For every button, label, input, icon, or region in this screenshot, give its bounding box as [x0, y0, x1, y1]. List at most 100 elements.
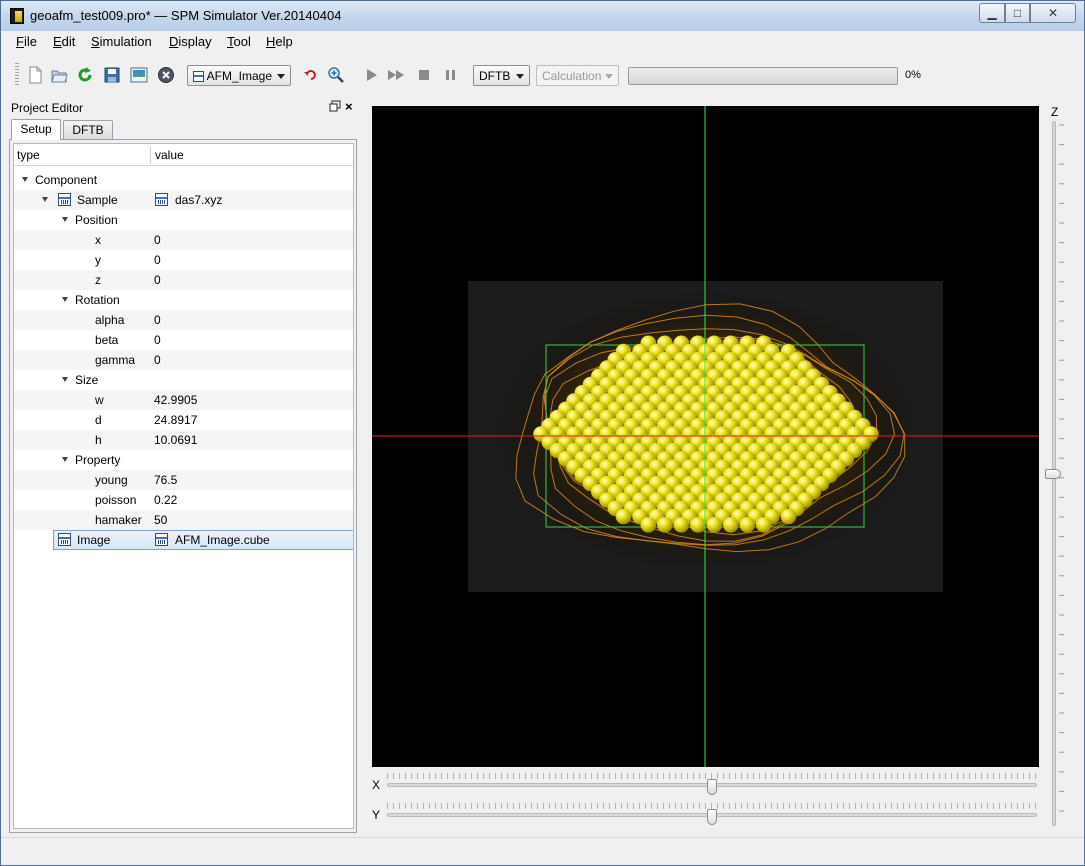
- close-icon[interactable]: ×: [345, 99, 353, 114]
- file-icon: [58, 533, 71, 546]
- y-slider-thumb[interactable]: [707, 809, 717, 825]
- tree-row-value[interactable]: 42.9905: [154, 393, 197, 407]
- expand-arrow-icon[interactable]: [42, 197, 48, 202]
- tab-dftb[interactable]: DFTB: [63, 120, 113, 139]
- x-axis-label: X: [372, 778, 381, 792]
- column-divider[interactable]: [150, 146, 151, 164]
- new-file-icon[interactable]: [26, 66, 44, 84]
- tree-row-label: Component: [35, 173, 98, 187]
- close-button[interactable]: ✕: [1030, 3, 1076, 23]
- tree-row-image[interactable]: Image AFM_Image.cube: [14, 530, 353, 550]
- z-slider[interactable]: [1045, 121, 1069, 826]
- x-slider[interactable]: [387, 773, 1037, 795]
- tree-row-h[interactable]: h 10.0691: [14, 430, 353, 450]
- toolbar: AFM_Image DFTB Calculation 0%: [9, 55, 1078, 95]
- expand-arrow-icon[interactable]: [62, 217, 68, 222]
- property-tree[interactable]: type value Component Sample das7.xyz Positi…: [13, 143, 354, 829]
- tree-row-size[interactable]: Size: [14, 370, 353, 390]
- x-slider-thumb[interactable]: [707, 779, 717, 795]
- play-icon[interactable]: [363, 66, 381, 84]
- tree-row-value[interactable]: 0: [154, 273, 161, 287]
- tree-row-value[interactable]: 0.22: [154, 493, 177, 507]
- pause-icon[interactable]: [442, 66, 460, 84]
- toolbar-grip[interactable]: [15, 63, 19, 87]
- tree-row-d[interactable]: d 24.8917: [14, 410, 353, 430]
- tree-row-value[interactable]: 0: [154, 333, 161, 347]
- file-icon: [155, 533, 168, 546]
- menu-bar: File Edit Simulation Display Tool Help: [9, 31, 1078, 52]
- minimize-button[interactable]: ▁: [979, 3, 1005, 23]
- tree-row-rotation[interactable]: Rotation: [14, 290, 353, 310]
- export-image-icon[interactable]: [130, 66, 148, 84]
- expand-arrow-icon[interactable]: [62, 457, 68, 462]
- file-icon: [155, 193, 168, 206]
- image-combo[interactable]: AFM_Image: [187, 65, 291, 86]
- tree-row-poisson[interactable]: poisson 0.22: [14, 490, 353, 510]
- refresh-icon[interactable]: [76, 66, 94, 84]
- tree-row-sample[interactable]: Sample das7.xyz: [14, 190, 353, 210]
- column-header-value[interactable]: value: [155, 148, 184, 162]
- menu-display[interactable]: Display: [169, 34, 212, 49]
- zoom-in-icon[interactable]: [327, 66, 345, 84]
- tree-row-y[interactable]: y0: [14, 250, 353, 270]
- tree-row-label: young: [95, 473, 128, 487]
- menu-simulation[interactable]: Simulation: [91, 34, 152, 49]
- tree-row-z[interactable]: z0: [14, 270, 353, 290]
- menu-edit[interactable]: Edit: [53, 34, 75, 49]
- calculation-combo-value: Calculation: [542, 69, 602, 83]
- z-slider-thumb[interactable]: [1045, 468, 1061, 479]
- stop-circle-icon[interactable]: [157, 66, 175, 84]
- column-header-type[interactable]: type: [17, 148, 40, 162]
- y-slider[interactable]: [387, 803, 1037, 825]
- tree-row-property[interactable]: Property: [14, 450, 353, 470]
- tree-row-value[interactable]: 0: [154, 313, 161, 327]
- save-icon[interactable]: [103, 66, 121, 84]
- open-folder-icon[interactable]: [50, 66, 68, 84]
- y-axis-label: Y: [372, 808, 381, 822]
- tree-row-component[interactable]: Component: [14, 170, 353, 190]
- menu-file[interactable]: File: [16, 34, 37, 49]
- tree-row-young[interactable]: young 76.5: [14, 470, 353, 490]
- tree-row-beta[interactable]: beta 0: [14, 330, 353, 350]
- atom: [640, 517, 657, 533]
- fast-forward-icon[interactable]: [387, 66, 405, 84]
- tree-row-gamma[interactable]: gamma 0: [14, 350, 353, 370]
- tree-row-x[interactable]: x0: [14, 230, 353, 250]
- tree-row-value[interactable]: 10.0691: [154, 433, 197, 447]
- tree-row-position[interactable]: Position: [14, 210, 353, 230]
- tab-setup[interactable]: Setup: [11, 119, 61, 140]
- float-window-icon[interactable]: [329, 100, 341, 112]
- tree-row-label: Size: [75, 373, 99, 387]
- menu-tool[interactable]: Tool: [227, 34, 251, 49]
- tree-row-w[interactable]: w 42.9905: [14, 390, 353, 410]
- expand-arrow-icon[interactable]: [62, 297, 68, 302]
- project-editor-tabs: Setup DFTB: [9, 119, 357, 140]
- tree-row-alpha[interactable]: alpha 0: [14, 310, 353, 330]
- tree-row-value[interactable]: 24.8917: [154, 413, 197, 427]
- atom: [615, 508, 632, 525]
- chevron-down-icon: [277, 74, 285, 79]
- menu-help[interactable]: Help: [266, 34, 293, 49]
- tree-row-value[interactable]: 0: [154, 353, 161, 367]
- tree-row-label: Property: [75, 453, 121, 467]
- tree-row-hamaker[interactable]: hamaker 50: [14, 510, 353, 530]
- tree-row-label: z: [95, 273, 101, 287]
- simulation-view[interactable]: [372, 106, 1039, 767]
- afm-scene: [372, 106, 1039, 767]
- tree-row-value[interactable]: 0: [154, 233, 161, 247]
- tree-row-value: AFM_Image.cube: [175, 533, 270, 547]
- maximize-button[interactable]: □: [1005, 3, 1030, 23]
- project-editor-title-bar[interactable]: Project Editor ×: [9, 99, 357, 117]
- expand-arrow-icon[interactable]: [22, 177, 28, 182]
- window-title: geoafm_test009.pro* — SPM Simulator Ver.…: [30, 8, 342, 23]
- tree-row-value[interactable]: 76.5: [154, 473, 177, 487]
- tree-row-value[interactable]: 0: [154, 253, 161, 267]
- expand-arrow-icon[interactable]: [62, 377, 68, 382]
- calculation-combo[interactable]: Calculation: [536, 65, 619, 86]
- title-bar[interactable]: geoafm_test009.pro* — SPM Simulator Ver.…: [1, 1, 1084, 31]
- tree-row-value[interactable]: 50: [154, 513, 167, 527]
- stop-icon[interactable]: [415, 66, 433, 84]
- mode-combo[interactable]: DFTB: [473, 65, 530, 86]
- undo-icon[interactable]: [303, 66, 317, 84]
- status-bar: [1, 837, 1084, 865]
